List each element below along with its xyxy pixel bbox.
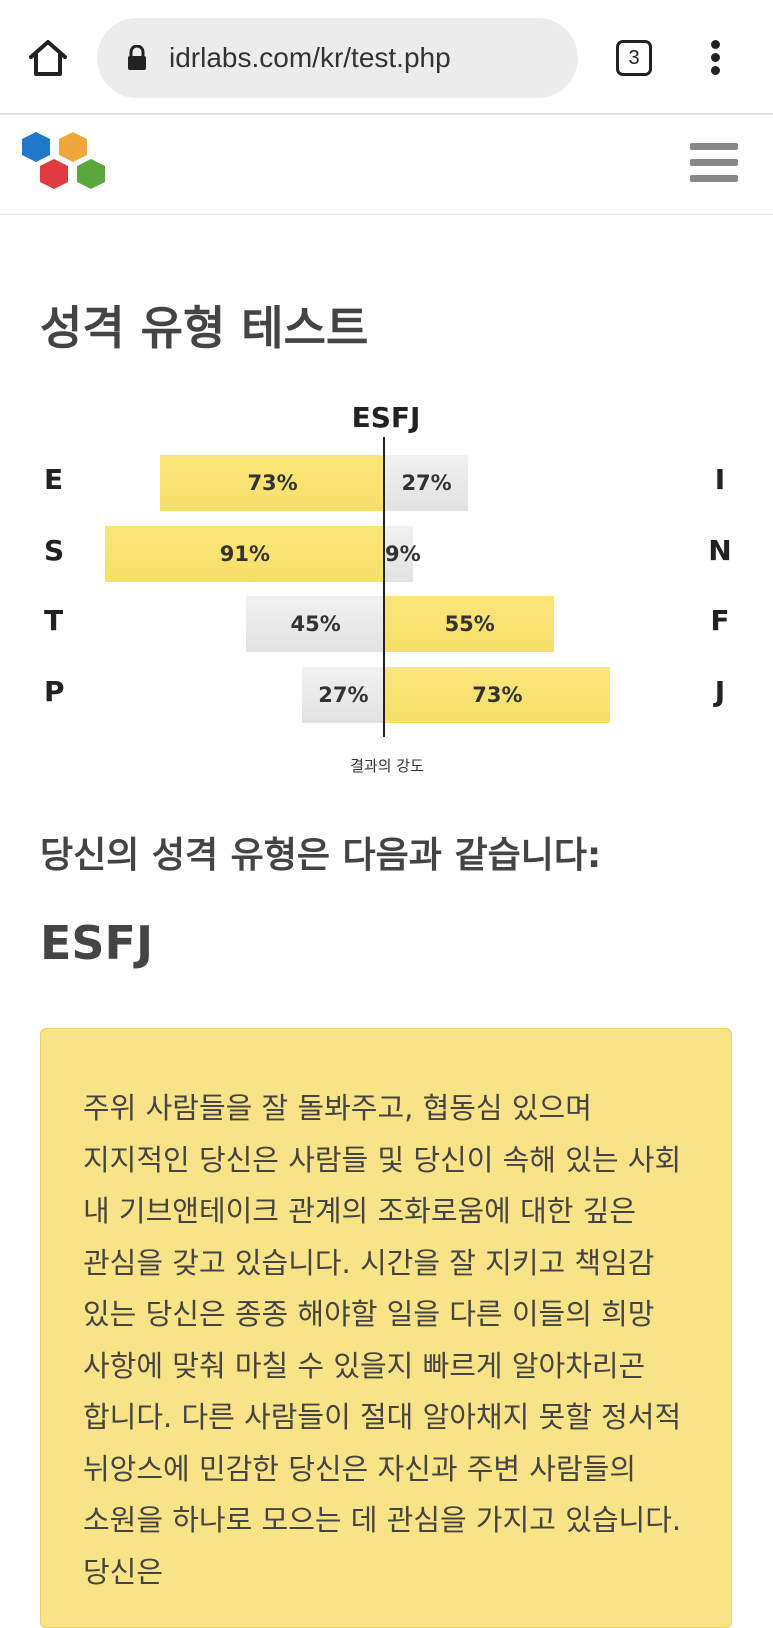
tabs-icon[interactable]: 3 [616,40,652,76]
description-text: 주위 사람들을 잘 돌봐주고, 협동심 있으며 지지적인 당신은 사람들 및 당… [83,1091,682,1589]
chart-caption: 결과의 강도 [350,757,424,775]
chart-right-letter: F [710,604,730,637]
hamburger-menu-icon[interactable] [690,143,738,185]
chart-bar-left: 45% [246,596,385,652]
more-vert-icon[interactable] [706,40,724,78]
site-header [0,115,773,215]
chart-left-letter: T [44,604,64,637]
idrlabs-logo[interactable] [18,129,110,199]
chart-bar-left: 27% [301,666,385,723]
chart-row: S 91% 9% N [0,525,773,582]
chart-right-letter: J [714,674,726,708]
result-type: ESFJ [40,916,154,970]
chart-bar-right: 9% [385,525,421,582]
chart-axis-line [383,437,385,737]
lock-icon [127,44,147,71]
chart-row: P 27% 73% J [0,666,773,723]
result-heading: 당신의 성격 유형은 다음과 같습니다: [40,835,602,876]
chart-bar-right: 55% [385,596,555,652]
chart-bar-right: 73% [385,666,610,723]
home-icon[interactable] [27,38,69,78]
chart-right-letter: N [708,533,732,567]
chart-right-letter: I [714,463,726,496]
page-title: 성격 유형 테스트 [40,301,369,355]
chart-title: ESFJ [351,401,421,434]
personality-chart: ESFJ E 73% 27% I S 91% 9% N T 45% 55% F P 27% 73% J 결과의… [0,395,773,785]
description-box: 주위 사람들을 잘 돌봐주고, 협동심 있으며 지지적인 당신은 사람들 및 당… [40,1028,732,1628]
chart-bar-left: 73% [160,455,385,511]
chart-row: E 73% 27% I [0,455,773,511]
chart-left-letter: E [44,463,64,496]
url-text: idrlabs.com/kr/test.php [169,42,451,73]
chart-row: T 45% 55% F [0,596,773,652]
browser-toolbar: idrlabs.com/kr/test.php 3 [0,0,773,115]
chart-left-letter: P [44,674,65,708]
chart-left-letter: S [44,533,65,567]
address-bar[interactable]: idrlabs.com/kr/test.php [97,18,578,98]
chart-bar-left: 91% [104,525,385,582]
chart-bar-right: 27% [385,455,469,511]
